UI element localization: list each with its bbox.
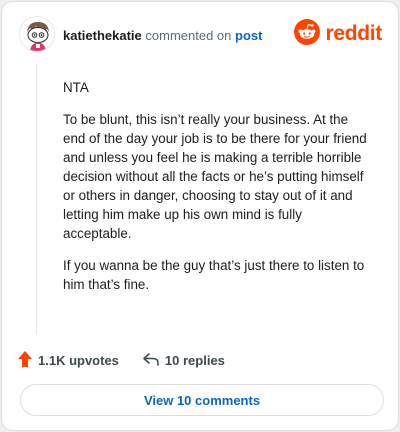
comment-header: katiethekatie commented on post reddit	[2, 2, 398, 64]
replies-count: 10 replies	[164, 352, 225, 368]
comment-body: NTA To be blunt, this isn’t really your …	[63, 78, 369, 307]
comment-paragraph: NTA	[63, 80, 89, 95]
snoo-avatar-icon[interactable]	[19, 16, 55, 52]
reddit-wordmark: reddit	[325, 22, 382, 45]
view-comments-button[interactable]: View 10 comments	[20, 384, 384, 416]
comment-actions: 1.1K upvotes 10 replies	[17, 349, 225, 371]
upvote-button[interactable]: 1.1K upvotes	[17, 350, 119, 371]
upvote-count: 1.1K upvotes	[38, 352, 119, 368]
comment-paragraph: If you wanna be the guy that’s just ther…	[63, 258, 365, 292]
upvote-arrow-icon	[17, 350, 38, 371]
reddit-logo-icon	[294, 18, 321, 50]
brand-logo[interactable]: reddit	[294, 18, 382, 50]
comment-byline: katiethekatie commented on post	[63, 28, 262, 44]
replies-button[interactable]: 10 replies	[142, 351, 225, 370]
thread-line	[36, 64, 37, 334]
comment-card: katiethekatie commented on post reddit N…	[1, 1, 399, 431]
action-text: commented on	[145, 28, 232, 43]
post-link[interactable]: post	[235, 28, 262, 43]
reply-arrow-icon	[142, 351, 165, 370]
username-link[interactable]: katiethekatie	[63, 28, 142, 43]
comment-paragraph: To be blunt, this isn’t really your busi…	[63, 112, 367, 241]
